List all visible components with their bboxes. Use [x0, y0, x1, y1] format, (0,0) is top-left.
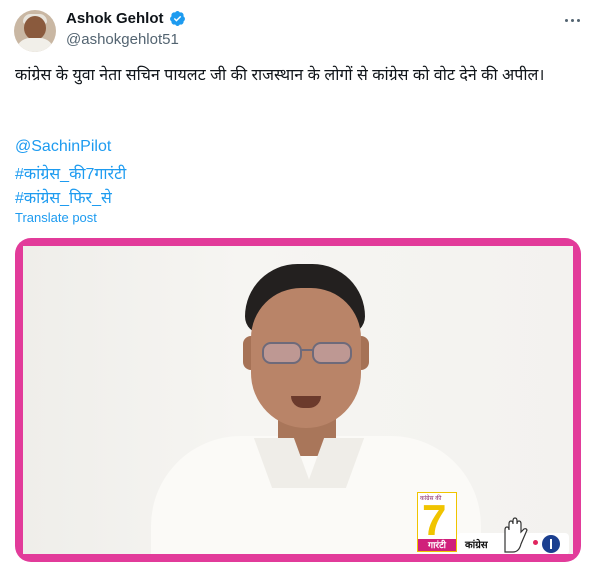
video-frame[interactable]: कांग्रेस की 7 गारंटी कांग्रेस: [23, 246, 573, 554]
red-dot: [533, 540, 538, 545]
mention-link[interactable]: @SachinPilot: [15, 138, 111, 156]
video-media[interactable]: कांग्रेस की 7 गारंटी कांग्रेस: [15, 238, 581, 562]
glasses-icon: [262, 342, 352, 364]
avatar-body: [16, 38, 54, 52]
avatar-face: [24, 16, 46, 40]
author-handle[interactable]: @ashokgehlot51: [66, 31, 179, 48]
hashtag-link[interactable]: #कांग्रेस_फिर_से: [15, 186, 112, 208]
guarantee-logo: कांग्रेस की 7 गारंटी: [417, 492, 457, 552]
author-name-row[interactable]: Ashok Gehlot: [66, 10, 186, 27]
vote-button-icon: [542, 535, 560, 553]
hand-symbol-icon: [504, 517, 528, 553]
verified-badge-icon: [169, 10, 185, 27]
logo-bottom-text: गारंटी: [418, 539, 456, 551]
translate-post-link[interactable]: Translate post: [15, 210, 97, 225]
party-label: कांग्रेस: [465, 540, 488, 551]
hashtag-link[interactable]: #कांग्रेस_की7गारंटी: [15, 162, 126, 184]
more-options-icon[interactable]: [560, 12, 584, 28]
author-name[interactable]: Ashok Gehlot: [66, 10, 164, 27]
post-text: कांग्रेस के युवा नेता सचिन पायलट जी की र…: [15, 67, 545, 84]
logo-number: 7: [422, 496, 447, 545]
author-avatar[interactable]: [14, 10, 56, 52]
